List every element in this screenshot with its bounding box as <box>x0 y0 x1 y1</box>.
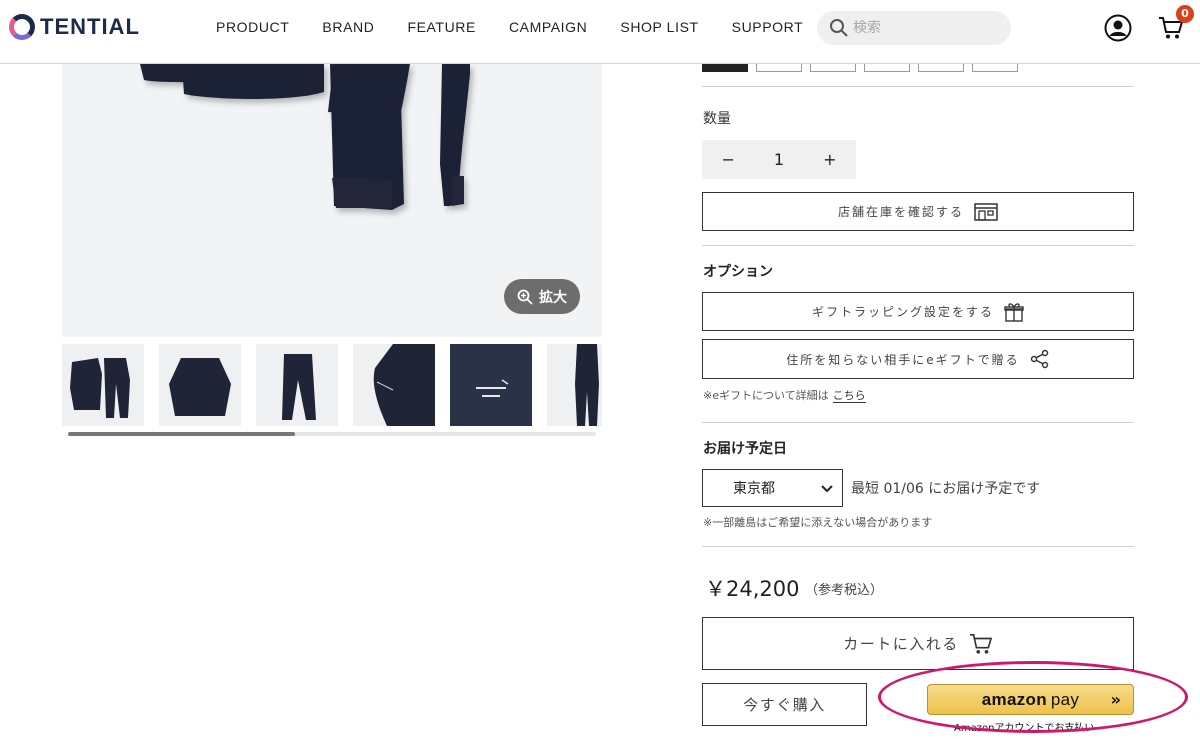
egift-note: ※eギフトについて詳細は こちら <box>703 387 866 403</box>
site-header: TENTIAL PRODUCT BRAND FEATURE CAMPAIGN S… <box>0 0 1200 64</box>
chevron-down-icon <box>821 485 833 493</box>
add-to-cart-label: カートに入れる <box>843 635 959 653</box>
prefecture-value: 東京都 <box>733 481 775 497</box>
divider <box>702 422 1134 423</box>
divider <box>702 245 1134 246</box>
buy-now-button[interactable]: 今すぐ購入 <box>702 683 867 726</box>
gift-icon <box>1004 302 1024 322</box>
divider <box>702 546 1134 547</box>
amazon-pay-caption: Amazonアカウントでお支払い <box>954 723 1095 734</box>
logo[interactable]: TENTIAL <box>9 14 140 40</box>
logo-text: TENTIAL <box>40 14 140 39</box>
swatch[interactable] <box>756 64 802 72</box>
egift-details-link[interactable]: こちら <box>832 389 866 403</box>
thumbnail-model[interactable] <box>547 344 602 426</box>
nav-campaign[interactable]: CAMPAIGN <box>509 19 587 35</box>
search-input[interactable] <box>853 20 1003 36</box>
price: ￥24,200 <box>705 577 800 601</box>
zoom-label: 拡大 <box>539 289 567 306</box>
thumbnail-set[interactable] <box>62 344 144 426</box>
add-to-cart-button[interactable]: カートに入れる <box>702 617 1134 670</box>
delivery-note: ※一部離島はご希望に添えない場合があります <box>703 516 933 529</box>
nav-product[interactable]: PRODUCT <box>216 19 289 35</box>
search-box[interactable] <box>817 11 1011 45</box>
cart-count-badge: 0 <box>1176 5 1194 23</box>
swatch[interactable] <box>810 64 856 72</box>
swatch[interactable] <box>918 64 964 72</box>
egift-label: 住所を知らない相手にeギフトで贈る <box>786 352 1020 367</box>
quantity-label: 数量 <box>703 111 731 127</box>
option-label: オプション <box>703 264 773 280</box>
main-nav: PRODUCT BRAND FEATURE CAMPAIGN SHOP LIST… <box>216 19 836 35</box>
egift-note-text: ※eギフトについて詳細は <box>703 389 829 402</box>
delivery-estimate: 最短 01/06 にお届け予定です <box>851 481 1041 497</box>
cart-icon <box>969 633 992 654</box>
swatch[interactable] <box>972 64 1018 72</box>
thumbnail-strip <box>62 344 602 426</box>
amazon-brand-text: amazon <box>981 689 1047 709</box>
store-icon <box>974 202 998 221</box>
nav-shop-list[interactable]: SHOP LIST <box>620 19 698 35</box>
divider <box>702 86 1134 87</box>
thumbnail-pants[interactable] <box>256 344 338 426</box>
gift-wrap-button[interactable]: ギフトラッピング設定をする <box>702 292 1134 331</box>
nav-brand[interactable]: BRAND <box>322 19 374 35</box>
logo-mark-icon <box>9 14 35 40</box>
buy-now-label: 今すぐ購入 <box>743 696 826 714</box>
thumbnail-sleeve[interactable] <box>353 344 435 426</box>
zoom-button[interactable]: 拡大 <box>504 279 580 314</box>
nav-feature[interactable]: FEATURE <box>407 19 476 35</box>
thumbnail-scrollbar-thumb[interactable] <box>68 432 296 436</box>
quantity-value: 1 <box>773 150 785 169</box>
double-chevron-icon: » <box>1110 690 1121 709</box>
quantity-minus-button[interactable]: − <box>722 150 735 169</box>
delivery-label: お届け予定日 <box>703 441 787 457</box>
gift-wrap-label: ギフトラッピング設定をする <box>811 305 994 319</box>
price-tax-note: （参考税込） <box>805 583 884 598</box>
store-stock-label: 店舗在庫を確認する <box>837 205 964 219</box>
quantity-stepper: − 1 + <box>702 140 856 179</box>
account-icon[interactable] <box>1104 14 1132 42</box>
quantity-plus-button[interactable]: + <box>823 150 836 169</box>
swatch-selected[interactable] <box>702 64 748 72</box>
nav-support[interactable]: SUPPORT <box>732 19 804 35</box>
color-swatches <box>702 64 1018 72</box>
swatch[interactable] <box>864 64 910 72</box>
amazon-pay-button[interactable]: amazon pay » <box>927 684 1134 715</box>
share-icon <box>1030 349 1048 369</box>
thumbnail-scrollbar[interactable] <box>68 432 596 436</box>
store-stock-button[interactable]: 店舗在庫を確認する <box>702 192 1134 231</box>
egift-button[interactable]: 住所を知らない相手にeギフトで贈る <box>702 339 1134 379</box>
amazon-pay-text: pay <box>1050 689 1080 709</box>
thumbnail-logo[interactable] <box>450 344 532 426</box>
zoom-in-icon <box>517 289 533 305</box>
prefecture-select[interactable]: 東京都 <box>702 469 843 507</box>
search-icon <box>830 19 848 37</box>
amazon-pay-logo: amazon pay <box>982 690 1079 710</box>
thumbnail-top[interactable] <box>159 344 241 426</box>
